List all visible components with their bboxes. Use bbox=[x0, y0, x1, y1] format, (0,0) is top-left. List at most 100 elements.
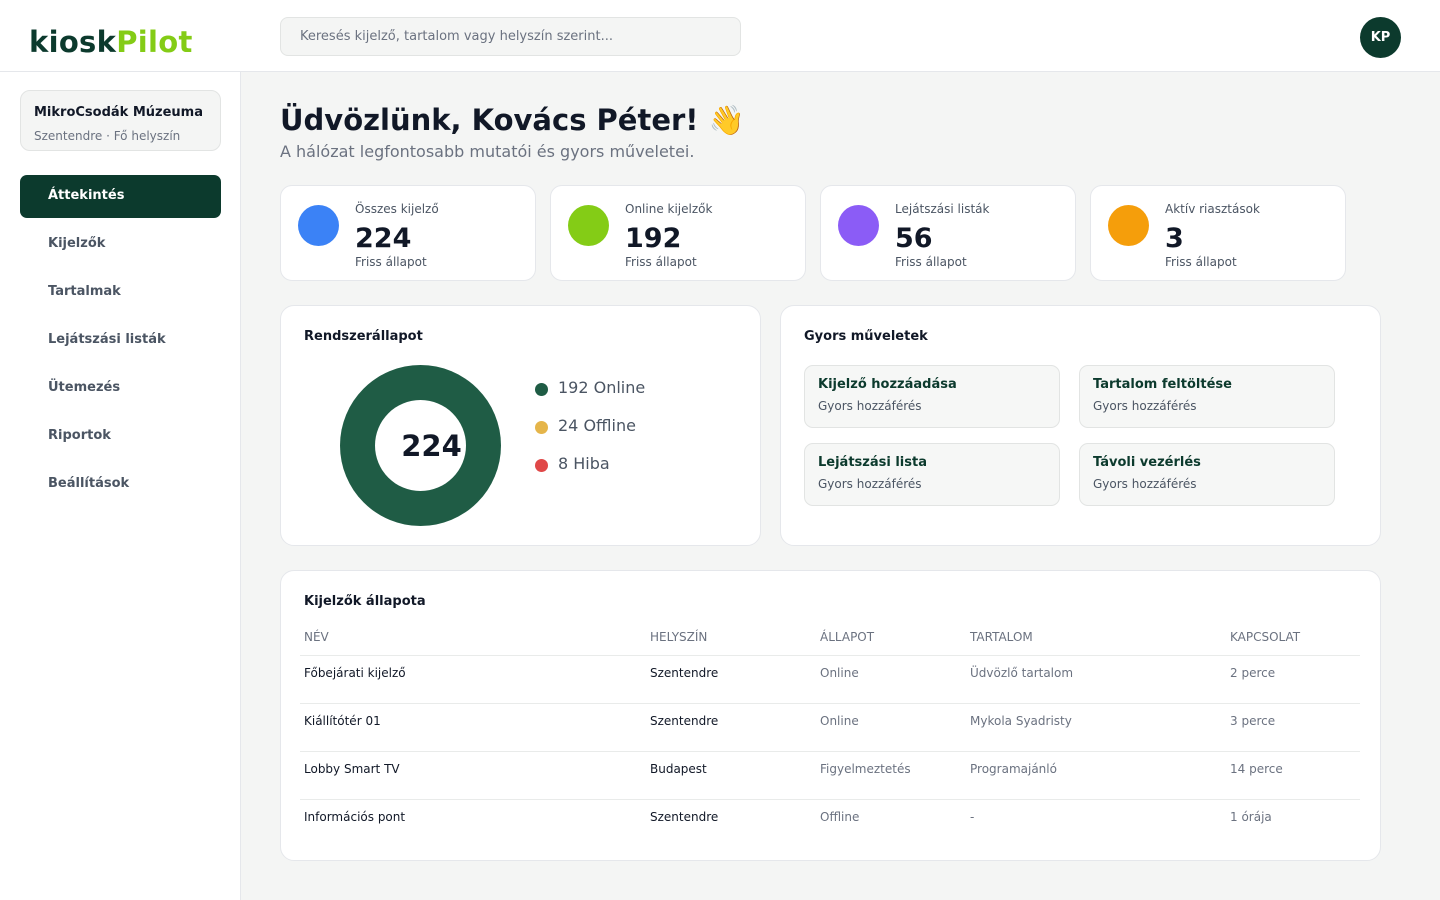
panel-title: Kijelzők állapota bbox=[304, 594, 426, 609]
page-title: Üdvözlünk, Kovács Péter! 👋 bbox=[280, 103, 745, 137]
cell-name: Lobby Smart TV bbox=[304, 762, 400, 776]
stat-icon bbox=[568, 205, 609, 246]
sidebar-item-riportok[interactable]: Riportok bbox=[20, 415, 221, 458]
sidebar-item-attekintes[interactable]: Áttekintés bbox=[20, 175, 221, 218]
stat-icon bbox=[1108, 205, 1149, 246]
table-divider bbox=[300, 799, 1360, 800]
quick-action-title: Távoli vezérlés bbox=[1093, 455, 1201, 470]
location-subtitle: Szentendre · Fő helyszín bbox=[34, 129, 181, 143]
quick-action-subtitle: Gyors hozzáférés bbox=[1093, 399, 1197, 413]
table-row[interactable]: Kiállítótér 01 Szentendre Online Mykola … bbox=[300, 714, 1360, 762]
legend-label: 8 Hiba bbox=[558, 454, 610, 473]
cell-status: Online bbox=[820, 666, 859, 680]
table-divider bbox=[300, 703, 1360, 704]
sidebar-item-tartalmak[interactable]: Tartalmak bbox=[20, 271, 221, 314]
stat-value: 224 bbox=[355, 223, 412, 254]
stat-value: 192 bbox=[625, 223, 682, 254]
stat-footer: Friss állapot bbox=[625, 255, 697, 269]
sidebar-item-utemezes[interactable]: Ütemezés bbox=[20, 367, 221, 410]
quick-action-playlist[interactable]: Lejátszási lista Gyors hozzáférés bbox=[804, 443, 1060, 506]
cell-content: - bbox=[970, 810, 975, 824]
quick-action-upload-content[interactable]: Tartalom feltöltése Gyors hozzáférés bbox=[1079, 365, 1335, 428]
quick-action-add-display[interactable]: Kijelző hozzáadása Gyors hozzáférés bbox=[804, 365, 1060, 428]
stat-label: Online kijelzők bbox=[625, 202, 713, 216]
page-subtitle: A hálózat legfontosabb mutatói és gyors … bbox=[280, 142, 695, 161]
sidebar-item-label: Áttekintés bbox=[48, 188, 125, 203]
column-header-status[interactable]: ÁLLAPOT bbox=[820, 630, 874, 644]
stat-label: Lejátszási listák bbox=[895, 202, 990, 216]
cell-location: Budapest bbox=[650, 762, 707, 776]
status-donut-chart: 224 bbox=[340, 365, 501, 526]
stat-card-playlists[interactable]: Lejátszási listák 56 Friss állapot bbox=[820, 185, 1076, 281]
column-header-content[interactable]: TARTALOM bbox=[970, 630, 1033, 644]
stat-card-total-displays[interactable]: Összes kijelző 224 Friss állapot bbox=[280, 185, 536, 281]
cell-connection: 2 perce bbox=[1230, 666, 1276, 680]
search-placeholder: Keresés kijelző, tartalom vagy helyszín … bbox=[300, 29, 613, 44]
legend-label: 24 Offline bbox=[558, 416, 636, 435]
stat-icon bbox=[838, 205, 879, 246]
sidebar-item-kijelzok[interactable]: Kijelzők bbox=[20, 223, 221, 266]
legend-dot bbox=[535, 421, 548, 434]
legend-dot bbox=[535, 383, 548, 396]
sidebar-item-label: Ütemezés bbox=[48, 380, 121, 395]
sidebar-item-label: Lejátszási listák bbox=[48, 332, 166, 347]
quick-action-subtitle: Gyors hozzáférés bbox=[818, 399, 922, 413]
displays-status-panel: Kijelzők állapota NÉV HELYSZÍN ÁLLAPOT T… bbox=[280, 570, 1381, 861]
sidebar-item-label: Beállítások bbox=[48, 476, 130, 491]
sidebar-item-beallitasok[interactable]: Beállítások bbox=[20, 463, 221, 506]
cell-location: Szentendre bbox=[650, 714, 719, 728]
search-input[interactable]: Keresés kijelző, tartalom vagy helyszín … bbox=[280, 17, 741, 56]
cell-status: Offline bbox=[820, 810, 860, 824]
table-divider bbox=[300, 751, 1360, 752]
cell-connection: 1 órája bbox=[1230, 810, 1272, 824]
quick-actions-panel: Gyors műveletek Kijelző hozzáadása Gyors… bbox=[780, 305, 1381, 546]
location-name: MikroCsodák Múzeuma bbox=[34, 105, 203, 120]
cell-location: Szentendre bbox=[650, 666, 719, 680]
quick-action-title: Tartalom feltöltése bbox=[1093, 377, 1232, 392]
cell-name: Kiállítótér 01 bbox=[304, 714, 381, 728]
cell-status: Online bbox=[820, 714, 859, 728]
cell-content: Mykola Syadristy bbox=[970, 714, 1072, 728]
cell-name: Főbejárati kijelző bbox=[304, 666, 406, 680]
panel-title: Rendszerállapot bbox=[304, 329, 423, 344]
quick-action-title: Lejátszási lista bbox=[818, 455, 927, 470]
user-avatar[interactable]: KP bbox=[1360, 17, 1401, 58]
quick-action-title: Kijelző hozzáadása bbox=[818, 377, 957, 392]
sidebar-item-label: Tartalmak bbox=[48, 284, 121, 299]
stat-icon bbox=[298, 205, 339, 246]
panel-title: Gyors műveletek bbox=[804, 329, 928, 344]
column-header-name[interactable]: NÉV bbox=[304, 630, 329, 644]
stat-footer: Friss állapot bbox=[355, 255, 427, 269]
column-header-connection[interactable]: KAPCSOLAT bbox=[1230, 630, 1300, 644]
quick-action-subtitle: Gyors hozzáférés bbox=[818, 477, 922, 491]
table-row[interactable]: Főbejárati kijelző Szentendre Online Üdv… bbox=[300, 666, 1360, 714]
cell-status: Figyelmeztetés bbox=[820, 762, 911, 776]
table-row[interactable]: Lobby Smart TV Budapest Figyelmeztetés P… bbox=[300, 762, 1360, 810]
sidebar-item-lejatszasi-listak[interactable]: Lejátszási listák bbox=[20, 319, 221, 362]
cell-name: Információs pont bbox=[304, 810, 406, 824]
stat-card-online-displays[interactable]: Online kijelzők 192 Friss állapot bbox=[550, 185, 806, 281]
table-divider bbox=[300, 655, 1360, 656]
app-logo[interactable]: kioskPilot bbox=[29, 24, 193, 60]
location-card[interactable]: MikroCsodák Múzeuma Szentendre · Fő hely… bbox=[20, 90, 221, 151]
legend-dot bbox=[535, 459, 548, 472]
sidebar-item-label: Kijelzők bbox=[48, 236, 106, 251]
stat-footer: Friss állapot bbox=[1165, 255, 1237, 269]
logo-text-kiosk: kiosk bbox=[29, 25, 117, 59]
legend-label: 192 Online bbox=[558, 378, 646, 397]
cell-location: Szentendre bbox=[650, 810, 719, 824]
cell-connection: 3 perce bbox=[1230, 714, 1276, 728]
cell-content: Üdvözlő tartalom bbox=[970, 666, 1074, 680]
cell-connection: 14 perce bbox=[1230, 762, 1283, 776]
top-header: kioskPilot Keresés kijelző, tartalom vag… bbox=[0, 0, 1440, 72]
stat-label: Összes kijelző bbox=[355, 202, 439, 216]
stat-value: 3 bbox=[1165, 223, 1184, 254]
table-row[interactable]: Információs pont Szentendre Offline - 1 … bbox=[300, 810, 1360, 858]
stat-label: Aktív riasztások bbox=[1165, 202, 1260, 216]
quick-action-subtitle: Gyors hozzáférés bbox=[1093, 477, 1197, 491]
quick-action-remote-control[interactable]: Távoli vezérlés Gyors hozzáférés bbox=[1079, 443, 1335, 506]
logo-text-pilot: Pilot bbox=[116, 25, 193, 59]
stat-card-active-alerts[interactable]: Aktív riasztások 3 Friss állapot bbox=[1090, 185, 1346, 281]
column-header-location[interactable]: HELYSZÍN bbox=[650, 630, 707, 644]
sidebar-item-label: Riportok bbox=[48, 428, 111, 443]
